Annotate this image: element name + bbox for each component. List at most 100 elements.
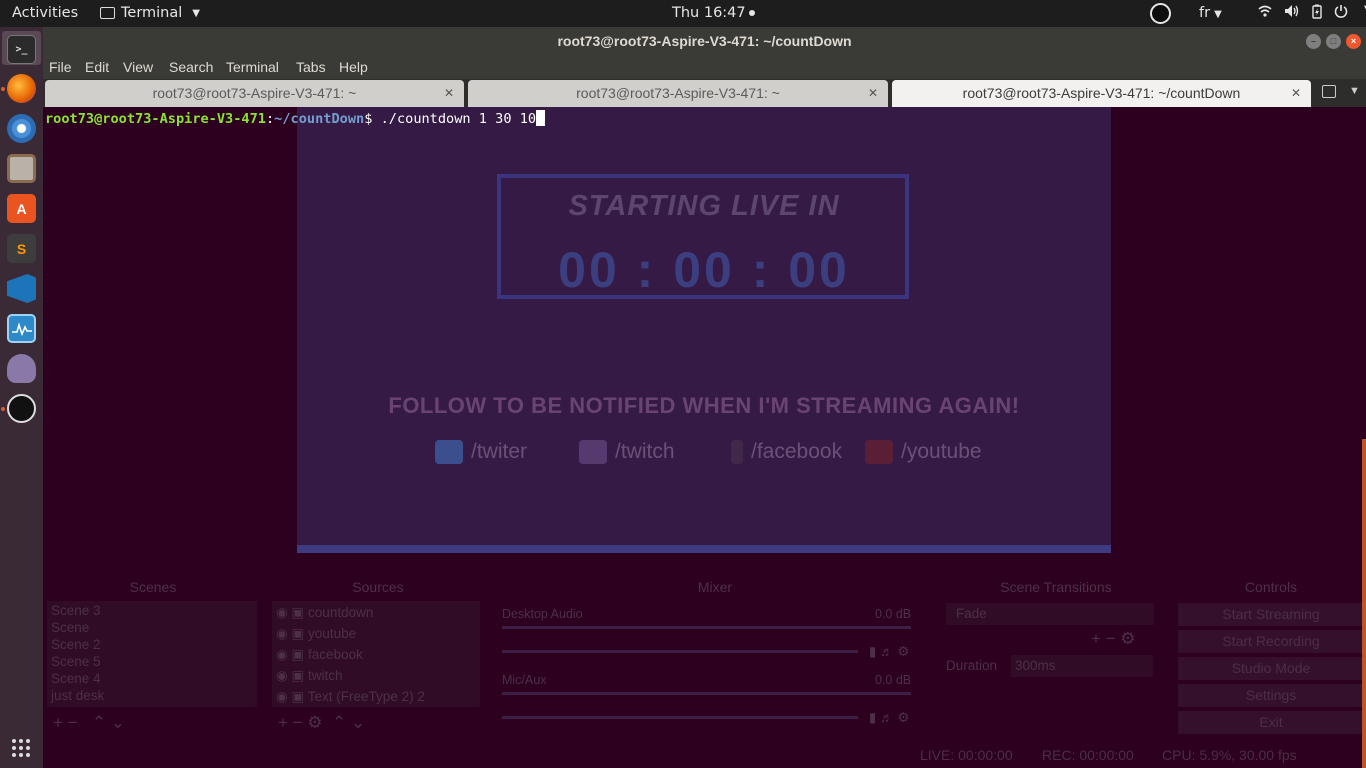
countdown-frame — [497, 174, 909, 299]
running-indicator — [1, 407, 5, 411]
social-twitter: /twiter — [435, 440, 528, 465]
tab-label: root73@root73-Aspire-V3-471: ~/countDown — [962, 85, 1241, 101]
transition-selected: Fade — [956, 606, 987, 621]
text-cursor — [536, 110, 546, 126]
activities-button[interactable]: Activities — [12, 5, 78, 21]
twitch-icon — [579, 440, 607, 465]
chevron-down-icon[interactable]: ▼ — [1349, 85, 1360, 97]
power-icon — [1334, 4, 1348, 23]
window-title: root73@root73-Aspire-V3-471: ~/countDown — [557, 33, 852, 49]
chromium-icon[interactable] — [7, 114, 36, 143]
maximize-icon[interactable]: □ — [1326, 34, 1341, 49]
window-titlebar[interactable]: root73@root73-Aspire-V3-471: ~/countDown… — [43, 27, 1366, 55]
clock[interactable]: Thu 16:47 — [672, 5, 755, 21]
close-tab-icon[interactable]: ✕ — [868, 80, 878, 107]
obs-background-window: STARTING LIVE IN 00 : 00 : 00 FOLLOW TO … — [43, 107, 1366, 768]
language-indicator[interactable]: fr ▼ — [1199, 5, 1222, 21]
close-tab-icon[interactable]: ✕ — [444, 80, 454, 107]
dock: >_ A S — [0, 27, 43, 768]
obs-tray-icon[interactable] — [1150, 3, 1171, 24]
sublime-text-icon[interactable]: S — [7, 234, 36, 263]
notification-dot-icon — [748, 10, 755, 16]
mixer-header: Mixer — [697, 579, 733, 595]
source-item-label: countdown — [308, 605, 374, 620]
source-item: ◉ ▣ countdown — [276, 605, 373, 621]
preview-heading: STARTING LIVE IN — [568, 190, 840, 222]
firefox-icon[interactable] — [7, 74, 36, 103]
social-twitter-label: /twiter — [471, 440, 528, 463]
sources-header: Sources — [352, 579, 404, 595]
social-youtube: /youtube — [865, 440, 982, 465]
source-item: ◉ ▣ youtube — [276, 626, 356, 642]
minimize-icon[interactable]: – — [1306, 34, 1321, 49]
social-youtube-label: /youtube — [901, 440, 982, 463]
new-tab-icon[interactable] — [1322, 85, 1336, 98]
scene-item: Scene 3 — [51, 603, 101, 618]
source-item-label: Text (FreeType 2) 2 — [307, 689, 425, 704]
menu-file[interactable]: File — [49, 59, 72, 75]
app-menu[interactable]: Terminal ▼ — [100, 5, 200, 21]
show-applications-icon[interactable] — [12, 739, 30, 757]
system-monitor-icon[interactable] — [7, 314, 36, 343]
obs-preview: STARTING LIVE IN 00 : 00 : 00 FOLLOW TO … — [297, 107, 1111, 553]
sublime-text-label: S — [16, 240, 27, 257]
chevron-down-icon: ▼ — [1214, 9, 1222, 20]
start-recording-button: Start Recording — [1178, 630, 1364, 653]
system-menu[interactable]: ▼ — [1258, 4, 1366, 23]
studio-mode-button: Studio Mode — [1178, 657, 1364, 680]
settings-button: Settings — [1178, 684, 1364, 707]
mixer-mic-controls: ▮ ♬ ⚙ — [869, 710, 910, 725]
preview-follow-text: FOLLOW TO BE NOTIFIED WHEN I'M STREAMING… — [388, 393, 1020, 418]
menu-terminal[interactable]: Terminal — [226, 59, 279, 75]
tab-home-1[interactable]: root73@root73-Aspire-V3-471: ~ ✕ — [45, 80, 464, 107]
start-streaming-button: Start Streaming — [1178, 603, 1364, 626]
obs-icon[interactable] — [7, 394, 36, 423]
vscode-icon[interactable] — [7, 274, 36, 303]
sources-list — [272, 601, 480, 707]
terminal-launcher-icon[interactable]: >_ — [7, 35, 36, 64]
exit-button: Exit — [1178, 711, 1364, 734]
mixer-desktop-controls: ▮ ♬ ⚙ — [869, 644, 910, 659]
top-panel: Activities Terminal ▼ Thu 16:47 fr▼ ▼ — [0, 0, 1366, 27]
live-status: LIVE: 00:00:00 — [920, 747, 1013, 763]
source-item: ◉ ▣ facebook — [276, 647, 363, 663]
scene-item: Scene 5 — [51, 654, 101, 669]
menu-view[interactable]: View — [123, 59, 153, 75]
clock-label: Thu 16:47 — [672, 5, 746, 21]
eye-icon: ◉ ▣ — [276, 689, 308, 704]
terminal-launcher-label: >_ — [15, 44, 28, 55]
menu-edit[interactable]: Edit — [85, 59, 109, 75]
tab-label: root73@root73-Aspire-V3-471: ~ — [576, 85, 780, 101]
social-twitch-label: /twitch — [615, 440, 675, 463]
tab-label: root73@root73-Aspire-V3-471: ~ — [152, 85, 357, 101]
transition-toolbar: + − ⚙ — [1091, 629, 1136, 648]
menu-help[interactable]: Help — [339, 59, 368, 75]
tab-countdown[interactable]: root73@root73-Aspire-V3-471: ~/countDown… — [892, 80, 1311, 107]
scene-toolbar: + − ⌃ ⌄ — [53, 713, 125, 732]
source-item: ◉ ▣ Text (FreeType 2) 2 — [276, 689, 425, 705]
running-indicator — [1, 87, 5, 91]
menu-tabs[interactable]: Tabs — [296, 59, 326, 75]
controls-header: Controls — [1244, 579, 1298, 595]
scene-item: just desk — [51, 688, 105, 703]
mixer-mic-db: 0.0 dB — [875, 673, 912, 687]
source-item-label: facebook — [308, 647, 363, 662]
close-icon[interactable]: × — [1346, 34, 1361, 49]
duration-input — [1011, 655, 1153, 677]
terminal-body[interactable]: STARTING LIVE IN 00 : 00 : 00 FOLLOW TO … — [43, 107, 1366, 768]
tab-home-2[interactable]: root73@root73-Aspire-V3-471: ~ ✕ — [468, 80, 888, 107]
close-tab-icon[interactable]: ✕ — [1291, 80, 1301, 107]
scene-item: Scene 2 — [51, 637, 101, 652]
desktop-volume-slider — [502, 650, 858, 653]
pidgin-icon[interactable] — [7, 354, 36, 383]
files-icon[interactable] — [7, 154, 36, 183]
terminal-scrollbar[interactable] — [1362, 439, 1366, 768]
wifi-icon — [1258, 4, 1272, 23]
command-line[interactable]: root73@root73-Aspire-V3-471:~/countDown$… — [45, 110, 546, 127]
source-item: ◉ ▣ twitch — [276, 668, 343, 684]
mic-volume-slider — [502, 716, 858, 719]
chevron-down-icon: ▼ — [192, 7, 200, 19]
menu-search[interactable]: Search — [169, 59, 213, 75]
language-label: fr — [1199, 5, 1211, 21]
software-center-icon[interactable]: A — [7, 194, 36, 223]
